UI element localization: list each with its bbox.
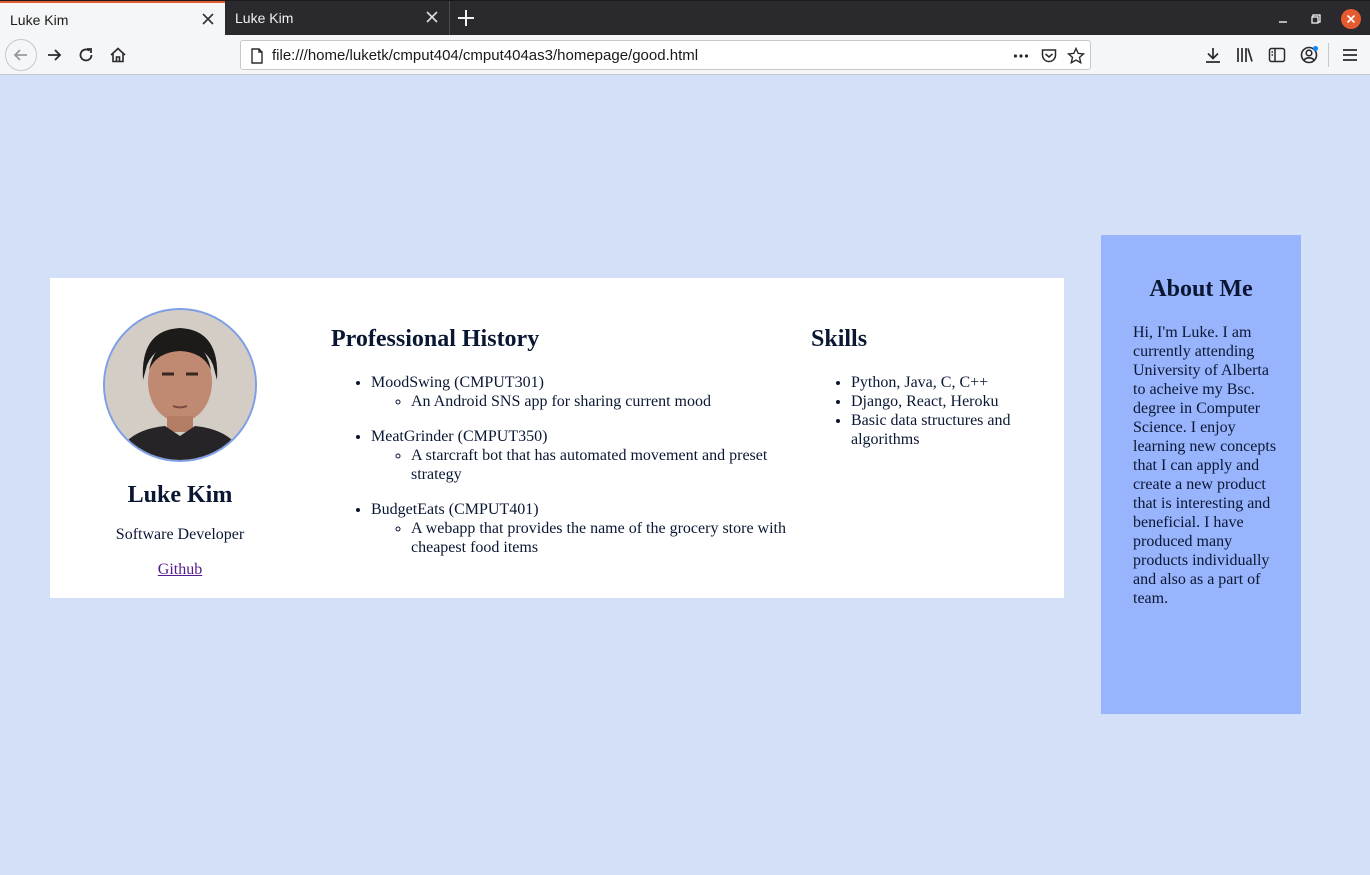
page-content: Luke Kim Software Developer Github Profe… xyxy=(0,75,1370,875)
home-button[interactable] xyxy=(103,40,133,70)
about-me-panel: About Me Hi, I'm Luke. I am currently at… xyxy=(1101,235,1301,714)
tab-strip: Luke Kim Luke Kim xyxy=(0,0,1370,36)
new-tab-icon[interactable] xyxy=(456,8,476,28)
professional-history-section: Professional History MoodSwing (CMPUT301… xyxy=(331,325,801,573)
skills-list: Python, Java, C, C++ Django, React, Hero… xyxy=(811,373,1041,449)
reload-icon xyxy=(79,48,93,62)
github-link-wrapper: Github xyxy=(50,561,310,579)
project-title: MoodSwing (CMPUT301) xyxy=(371,374,544,391)
reload-button[interactable] xyxy=(71,40,101,70)
home-icon xyxy=(110,47,126,63)
tab-inactive[interactable]: Luke Kim xyxy=(225,1,450,36)
page-icon xyxy=(251,48,263,64)
list-item: BudgetEats (CMPUT401) A webapp that prov… xyxy=(371,500,801,557)
url-bar[interactable]: file:///home/luketk/cmput404/cmput404as3… xyxy=(240,40,1091,70)
about-heading: About Me xyxy=(1149,276,1253,302)
close-tab-icon[interactable] xyxy=(425,10,439,24)
url-text[interactable]: file:///home/luketk/cmput404/cmput404as3… xyxy=(272,47,698,64)
more-actions-icon[interactable] xyxy=(1012,47,1030,65)
profile-card: Luke Kim Software Developer Github Profe… xyxy=(50,278,1064,598)
profile-photo xyxy=(105,310,255,460)
back-arrow-icon xyxy=(13,49,27,61)
library-icon[interactable] xyxy=(1235,45,1255,65)
tab-title: Luke Kim xyxy=(10,12,69,28)
close-tab-icon[interactable] xyxy=(201,12,215,26)
tab-active[interactable]: Luke Kim xyxy=(0,1,225,36)
github-link[interactable]: Github xyxy=(158,561,202,578)
project-title: BudgetEats (CMPUT401) xyxy=(371,501,539,518)
project-detail: A webapp that provides the name of the g… xyxy=(411,519,801,557)
skill-item: Python, Java, C, C++ xyxy=(851,373,1041,392)
skills-heading: Skills xyxy=(811,326,868,352)
list-item: MoodSwing (CMPUT301) An Android SNS app … xyxy=(371,373,801,411)
skill-item: Basic data structures and algorithms xyxy=(851,411,1041,449)
close-window-icon[interactable] xyxy=(1341,9,1361,29)
bookmark-star-icon[interactable] xyxy=(1067,47,1085,65)
profile-name: Luke Kim xyxy=(127,482,233,508)
tab-title: Luke Kim xyxy=(235,10,294,26)
about-text: Hi, I'm Luke. I am currently attending U… xyxy=(1133,324,1277,607)
history-list: MoodSwing (CMPUT301) An Android SNS app … xyxy=(331,373,801,557)
skills-section: Skills Python, Java, C, C++ Django, Reac… xyxy=(811,325,1041,449)
toolbar-separator xyxy=(1328,43,1329,67)
downloads-icon[interactable] xyxy=(1203,45,1223,65)
skill-item: Django, React, Heroku xyxy=(851,392,1041,411)
forward-button[interactable] xyxy=(39,40,69,70)
project-detail: A starcraft bot that has automated movem… xyxy=(411,446,801,484)
forward-arrow-icon xyxy=(48,49,62,61)
project-detail: An Android SNS app for sharing current m… xyxy=(411,392,801,411)
menu-icon[interactable] xyxy=(1340,45,1360,65)
project-title: MeatGrinder (CMPUT350) xyxy=(371,428,548,445)
list-item: MeatGrinder (CMPUT350) A starcraft bot t… xyxy=(371,427,801,484)
history-heading: Professional History xyxy=(331,326,540,352)
account-icon[interactable] xyxy=(1299,45,1319,65)
minimize-icon[interactable] xyxy=(1274,10,1292,28)
restore-icon[interactable] xyxy=(1307,10,1325,28)
sidebar-icon[interactable] xyxy=(1267,45,1287,65)
pocket-icon[interactable] xyxy=(1040,47,1058,65)
avatar xyxy=(103,308,257,462)
navigation-toolbar: file:///home/luketk/cmput404/cmput404as3… xyxy=(0,35,1370,75)
profile-role: Software Developer xyxy=(115,526,245,543)
back-button[interactable] xyxy=(5,39,37,71)
